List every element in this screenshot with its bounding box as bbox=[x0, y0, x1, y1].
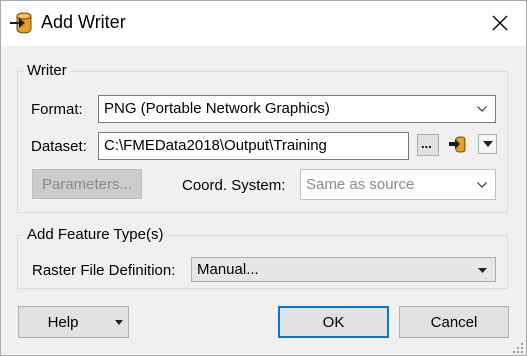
parameters-button[interactable]: Parameters... bbox=[32, 169, 142, 199]
dataset-label: Dataset: bbox=[31, 138, 87, 155]
cancel-button[interactable]: Cancel bbox=[399, 306, 509, 338]
fme-writer-icon bbox=[9, 11, 35, 35]
ok-label: OK bbox=[322, 314, 345, 331]
writer-group-title: Writer bbox=[24, 62, 70, 79]
raster-definition-select[interactable]: Manual... bbox=[191, 257, 496, 282]
resize-grip[interactable] bbox=[512, 341, 524, 353]
file-picker-icon bbox=[449, 136, 466, 153]
format-select[interactable]: PNG (Portable Network Graphics) bbox=[98, 95, 496, 123]
format-value: PNG (Portable Network Graphics) bbox=[104, 100, 330, 117]
browse-button[interactable]: ... bbox=[417, 134, 439, 156]
ok-button[interactable]: OK bbox=[278, 306, 389, 338]
title-bar: Add Writer bbox=[0, 0, 527, 46]
close-icon bbox=[492, 15, 508, 31]
file-picker-button[interactable] bbox=[446, 134, 470, 156]
chevron-down-icon bbox=[477, 106, 487, 112]
help-button[interactable]: Help bbox=[18, 306, 129, 338]
browse-label: ... bbox=[421, 136, 432, 151]
parameters-label: Parameters... bbox=[41, 176, 133, 193]
coord-system-label: Coord. System: bbox=[182, 177, 286, 194]
chevron-down-icon bbox=[483, 141, 493, 147]
dataset-input[interactable]: C:\FMEData2018\Output\Training bbox=[98, 132, 409, 160]
chevron-down-icon bbox=[478, 268, 487, 273]
chevron-down-icon bbox=[115, 320, 123, 325]
dialog-title: Add Writer bbox=[41, 12, 126, 32]
raster-definition-label: Raster File Definition: bbox=[32, 262, 176, 279]
format-label: Format: bbox=[31, 101, 83, 118]
feature-type-group-title: Add Feature Type(s) bbox=[24, 226, 167, 243]
dataset-value: C:\FMEData2018\Output\Training bbox=[104, 137, 327, 154]
resize-grip-icon bbox=[513, 343, 523, 353]
cancel-label: Cancel bbox=[430, 314, 478, 331]
coord-system-select[interactable]: Same as source bbox=[300, 169, 496, 200]
close-button[interactable] bbox=[483, 8, 517, 38]
coord-system-value: Same as source bbox=[306, 176, 415, 193]
help-label: Help bbox=[47, 314, 79, 331]
dataset-options-button[interactable] bbox=[478, 134, 497, 154]
chevron-down-icon bbox=[477, 182, 487, 188]
raster-definition-value: Manual... bbox=[197, 261, 259, 278]
